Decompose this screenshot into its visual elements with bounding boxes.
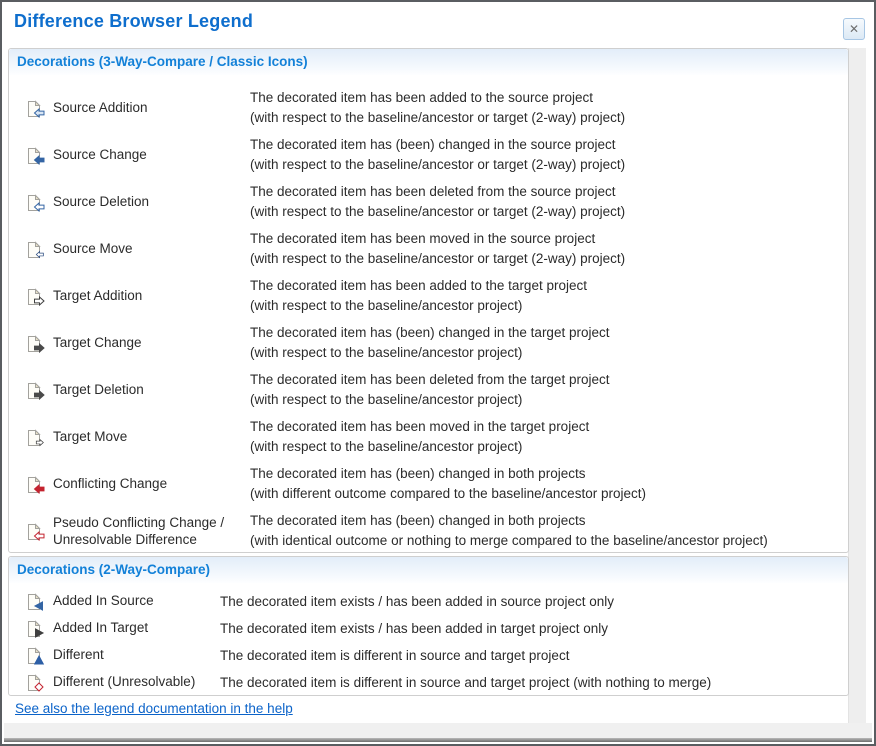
section-heading-3way: Decorations (3-Way-Compare / Classic Ico… (9, 49, 848, 75)
row-description-line: (with identical outcome or nothing to me… (250, 533, 768, 548)
row-description-line: (with respect to the baseline/ancestor o… (250, 157, 626, 172)
row-label: Pseudo Conflicting Change / Unresolvable… (53, 514, 225, 547)
row-label: Source Addition (53, 100, 148, 116)
legend-row: Target Addition The decorated item has be… (9, 273, 848, 320)
row-description-line: (with respect to the baseline/ancestor p… (250, 345, 523, 360)
row-label: Source Deletion (53, 194, 150, 210)
row-description-line: (with respect to the baseline/ancestor o… (250, 251, 626, 266)
legend-row: Source Change The decorated item has (bee… (9, 132, 848, 179)
section-3way-compare: Decorations (3-Way-Compare / Classic Ico… (8, 48, 849, 553)
legend-row: Pseudo Conflicting Change / Unresolvable… (9, 508, 848, 555)
row-description: The decorated item exists / has been add… (220, 588, 848, 615)
section-heading-2way: Decorations (2-Way-Compare) (9, 557, 848, 583)
row-description-line: The decorated item has (been) changed in… (250, 513, 586, 528)
row-label: Target Change (53, 335, 142, 351)
row-description-line: (with respect to the baseline/ancestor p… (250, 439, 523, 454)
row-label: Conflicting Change (53, 476, 168, 492)
row-description-line: The decorated item has (been) changed in… (250, 325, 610, 340)
source-addition-icon (26, 85, 48, 132)
row-description: The decorated item has been added to the… (250, 273, 848, 320)
different-unresolvable-icon (26, 669, 48, 696)
row-description: The decorated item has (been) changed in… (250, 461, 848, 508)
row-description: The decorated item has been deleted from… (250, 179, 848, 226)
section-2way-compare: Decorations (2-Way-Compare) Added In Sou… (8, 556, 849, 696)
row-description-line: (with different outcome compared to the … (250, 486, 646, 501)
row-description: The decorated item is different in sourc… (220, 642, 848, 669)
row-description: The decorated item has (been) changed in… (250, 132, 848, 179)
row-label: Different (53, 647, 104, 663)
row-description-line: The decorated item has been added to the… (250, 278, 587, 293)
row-label: Different (Unresolvable) (53, 674, 196, 690)
row-description-line: The decorated item has (been) changed in… (250, 137, 616, 152)
row-description: The decorated item has been added to the… (250, 85, 848, 132)
source-change-icon (26, 132, 48, 179)
target-addition-icon (26, 273, 48, 320)
row-label: Target Deletion (53, 382, 144, 398)
vertical-scrollbar[interactable] (848, 48, 866, 724)
row-description-line: The decorated item exists / has been add… (220, 621, 608, 636)
legend-row: Source Addition The decorated item has be… (9, 85, 848, 132)
legend-help-link[interactable]: See also the legend documentation in the… (15, 701, 293, 716)
legend-row: Target Change The decorated item has (bee… (9, 320, 848, 367)
row-description-line: (with respect to the baseline/ancestor o… (250, 204, 626, 219)
row-description-line: The decorated item has been moved in the… (250, 419, 590, 434)
close-button[interactable]: ✕ (843, 18, 865, 40)
row-description: The decorated item has been deleted from… (250, 367, 848, 414)
row-description-line: The decorated item is different in sourc… (220, 648, 570, 663)
row-label: Added In Target (53, 620, 149, 636)
row-description-line: The decorated item has been deleted from… (250, 372, 610, 387)
row-description: The decorated item has been moved in the… (250, 414, 848, 461)
row-label: Target Addition (53, 288, 143, 304)
row-description: The decorated item has been moved in the… (250, 226, 848, 273)
legend-row: Source Deletion The decorated item has be… (9, 179, 848, 226)
target-change-icon (26, 320, 48, 367)
conflicting-change-icon (26, 461, 48, 508)
row-description: The decorated item exists / has been add… (220, 615, 848, 642)
row-description-line: The decorated item has been deleted from… (250, 184, 616, 199)
different-icon (26, 642, 48, 669)
row-description-line: (with respect to the baseline/ancestor o… (250, 110, 626, 125)
legend-row: Source Move The decorated item has been m… (9, 226, 848, 273)
source-move-icon (26, 226, 48, 273)
target-move-icon (26, 414, 48, 461)
row-description-line: The decorated item exists / has been add… (220, 594, 614, 609)
dialog-title: Difference Browser Legend (14, 11, 254, 31)
legend-row: Added In Source The decorated item exists… (9, 588, 848, 615)
added-in-source-icon (26, 588, 48, 615)
dialog-bottom-edge (4, 738, 872, 742)
row-label: Source Change (53, 147, 147, 163)
row-label: Added In Source (53, 593, 154, 609)
legend-row: Different (Unresolvable) The decorated it… (9, 669, 848, 696)
legend-row: Conflicting Change The decorated item has… (9, 461, 848, 508)
row-description-line: The decorated item has been added to the… (250, 90, 593, 105)
difference-browser-legend-dialog: Difference Browser Legend ✕ Decorations … (0, 0, 876, 746)
row-description: The decorated item has (been) changed in… (250, 508, 848, 555)
source-deletion-icon (26, 179, 48, 226)
row-description-line: (with respect to the baseline/ancestor p… (250, 392, 523, 407)
row-label: Target Move (53, 429, 128, 445)
row-description-line: The decorated item has been moved in the… (250, 231, 596, 246)
legend-row: Target Deletion The decorated item has be… (9, 367, 848, 414)
legend-row: Added In Target The decorated item exists… (9, 615, 848, 642)
legend-row: Different The decorated item is different… (9, 642, 848, 669)
target-deletion-icon (26, 367, 48, 414)
row-description: The decorated item has (been) changed in… (250, 320, 848, 367)
pseudo-conflicting-change-icon (26, 508, 48, 555)
row-label: Source Move (53, 241, 133, 257)
legend-row: Target Move The decorated item has been m… (9, 414, 848, 461)
added-in-target-icon (26, 615, 48, 642)
close-icon: ✕ (848, 22, 860, 36)
row-description-line: (with respect to the baseline/ancestor p… (250, 298, 523, 313)
row-description-line: The decorated item is different in sourc… (220, 675, 712, 690)
row-description-line: The decorated item has (been) changed in… (250, 466, 586, 481)
row-description: The decorated item is different in sourc… (220, 669, 848, 696)
